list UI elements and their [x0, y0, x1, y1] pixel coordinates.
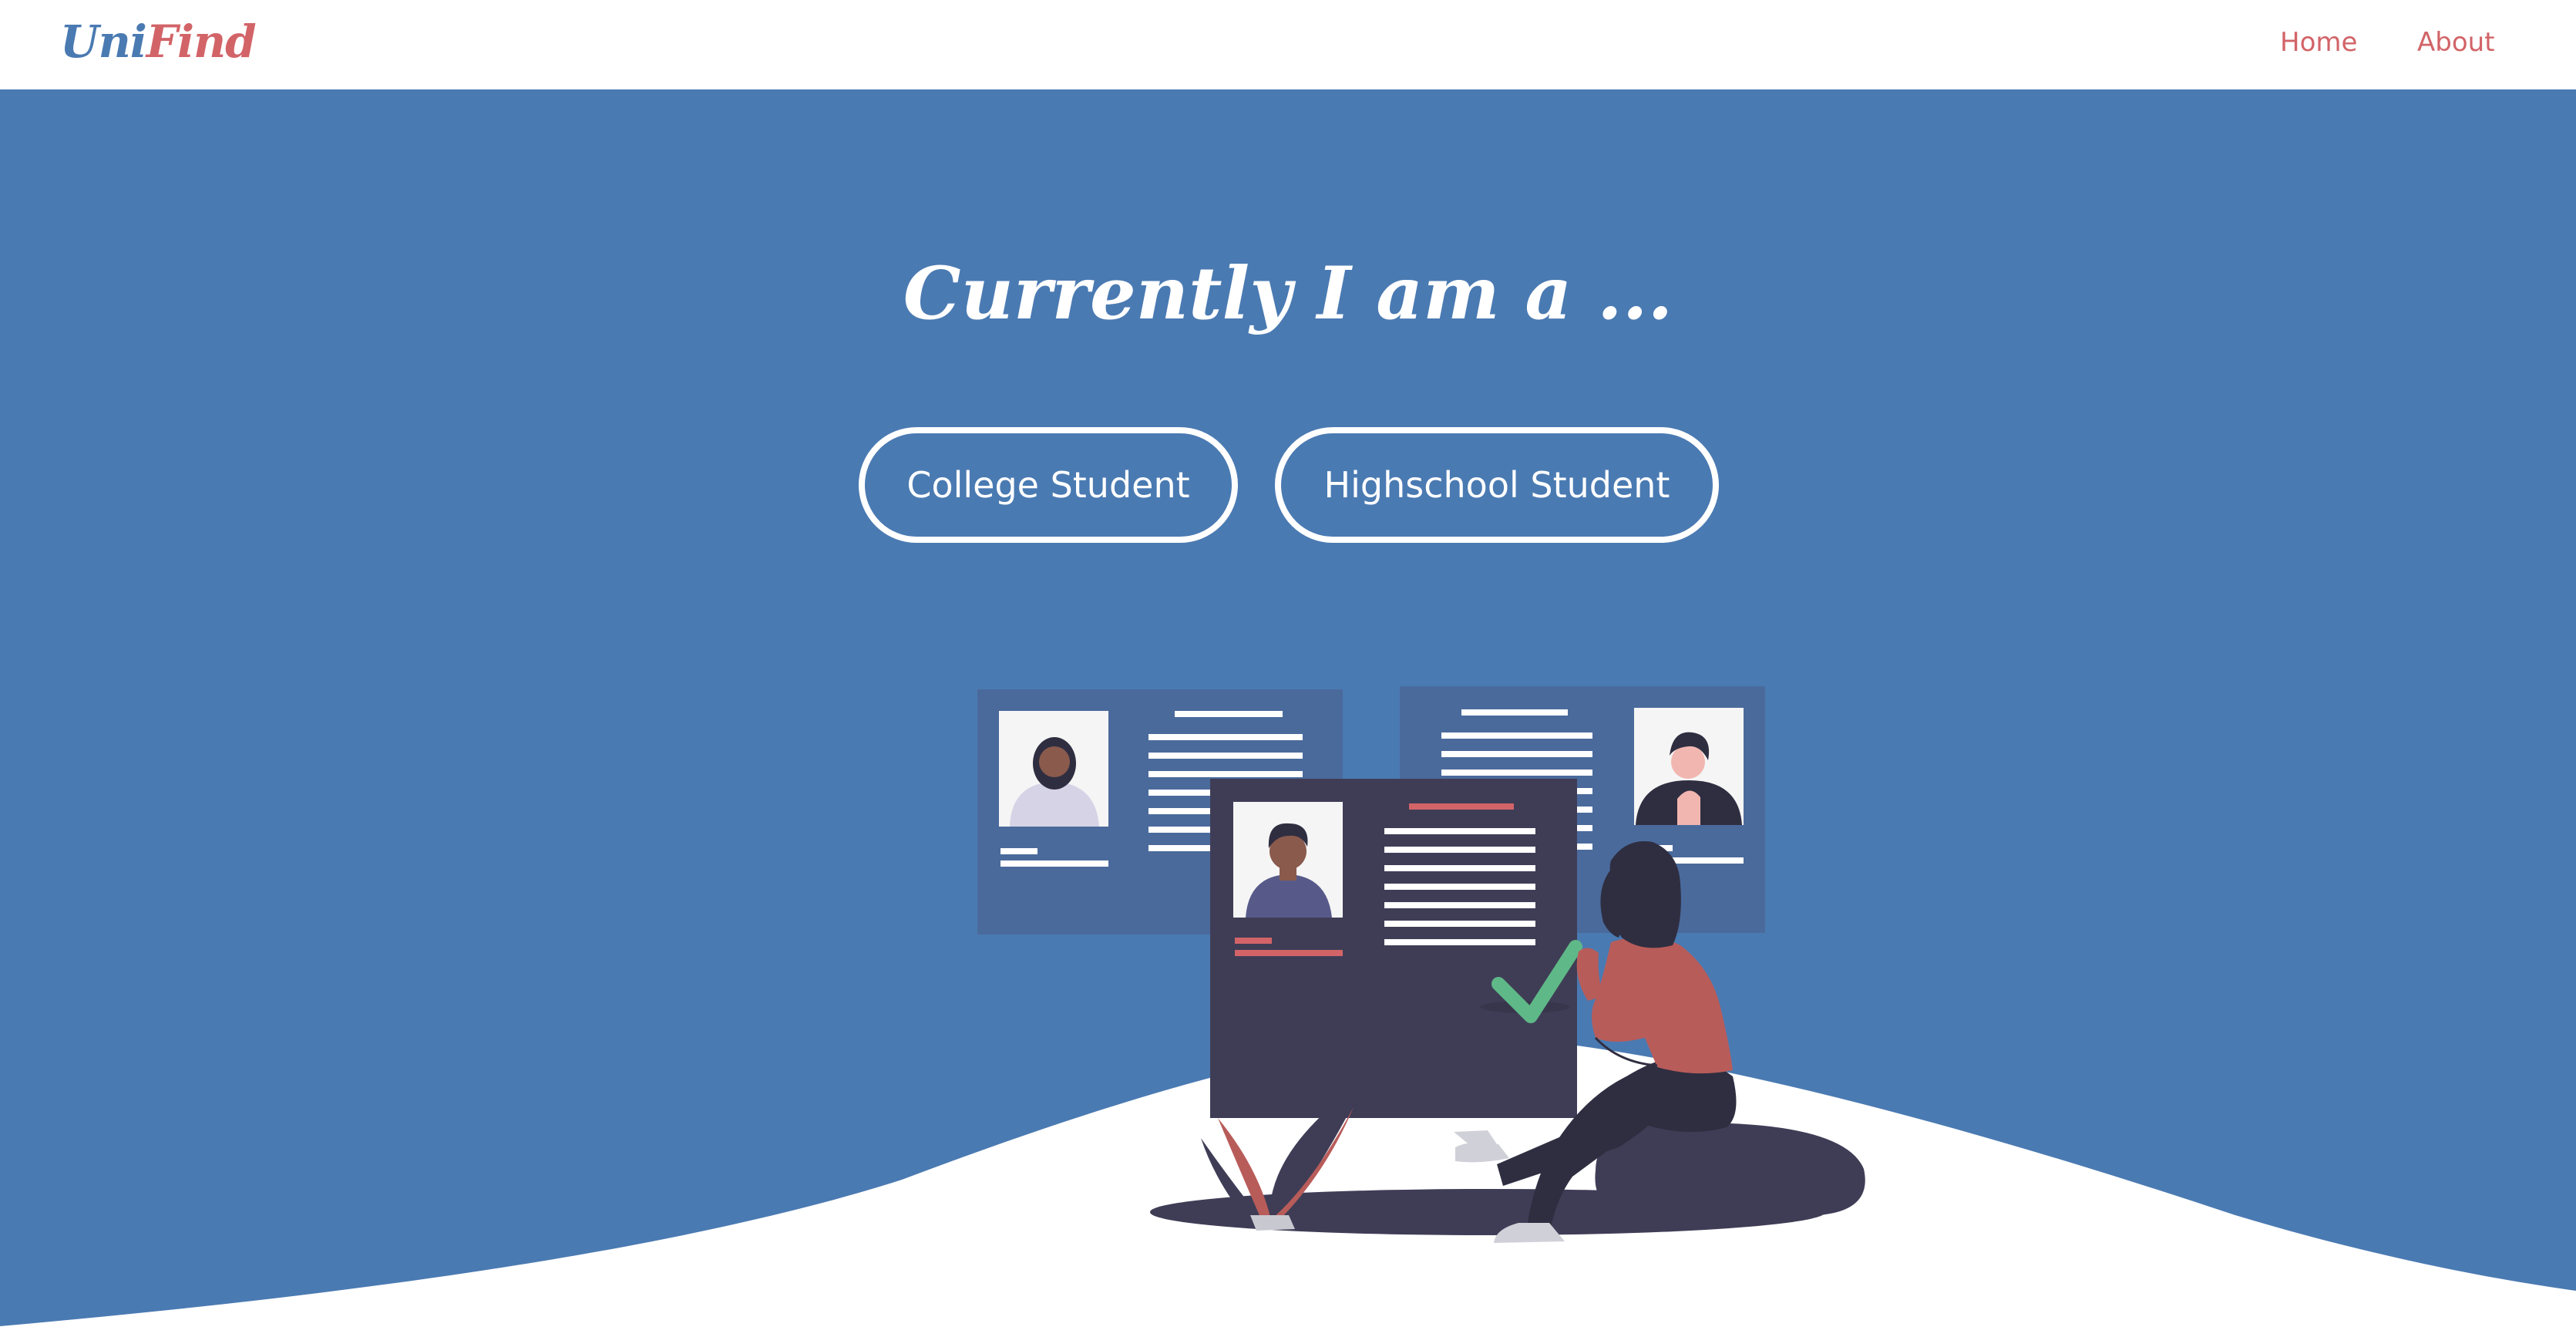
logo[interactable]: UniFind: [60, 11, 257, 72]
hero-section: Currently I am a ... College Student Hig…: [0, 89, 2576, 1337]
nav-about-link[interactable]: About: [2417, 23, 2495, 62]
logo-uni: Uni: [60, 15, 147, 68]
resume-card-center: [1210, 779, 1582, 1118]
nav-home-link[interactable]: Home: [2280, 23, 2357, 62]
navbar: UniFind Home About: [0, 0, 2576, 89]
seat-cushion: [1595, 1122, 1865, 1215]
logo-find: Find: [146, 15, 257, 68]
resume-illustration: [977, 686, 1865, 1243]
